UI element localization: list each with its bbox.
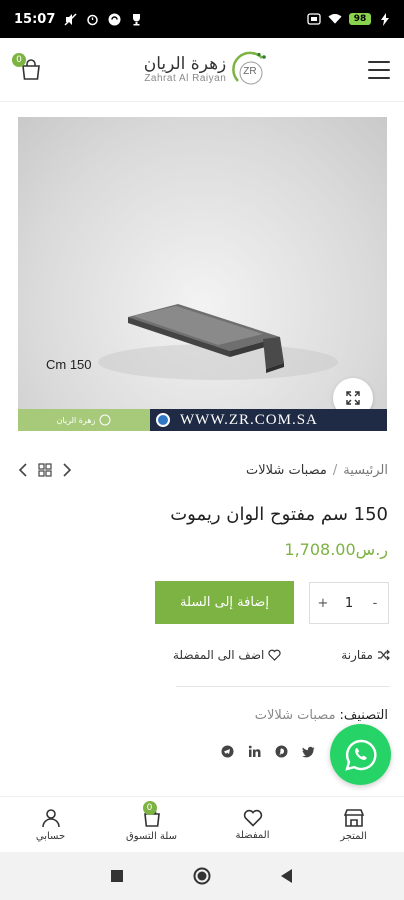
bottom-navigation: حسابي 0 سلة التسوق المفضلة المتجر (0, 796, 404, 852)
status-bar: 15:07 98 (0, 0, 404, 38)
logo-english: Zahrat Al Raiyan (144, 73, 227, 85)
status-left: 15:07 (14, 12, 143, 27)
waterfall-spout-illustration (98, 304, 338, 380)
nav-store[interactable]: المتجر (309, 797, 399, 852)
nav-favorites-label: المفضلة (235, 829, 270, 841)
site-logo[interactable]: زهرة الريان Zahrat Al Raiyan ZR (144, 51, 271, 89)
banner-url: WWW.ZR.COM.SA (180, 411, 318, 428)
app-notification-icon (107, 12, 121, 26)
menu-icon-bar (367, 68, 390, 71)
banner-logo-text: زهرة الريان (56, 415, 96, 425)
nav-account[interactable]: حسابي (6, 797, 96, 852)
product-size-label: Cm 150 (46, 357, 92, 372)
heart-icon (243, 809, 262, 827)
divider (176, 686, 390, 687)
menu-button[interactable] (367, 60, 390, 79)
wifi-icon (328, 12, 342, 26)
alarm-icon (85, 12, 99, 26)
status-time: 15:07 (14, 11, 56, 27)
quantity-minus-button[interactable]: - (362, 596, 388, 611)
product-price: ر.س1,708.00 (284, 540, 388, 559)
nav-cart-count: 0 (142, 801, 157, 815)
compare-button[interactable]: مقارنة (341, 648, 390, 662)
category-link[interactable]: مصبات شلالات (255, 708, 336, 723)
add-to-cart-button[interactable]: إضافة إلى السلة (155, 581, 294, 624)
header-cart-button[interactable]: 0 (12, 52, 46, 85)
breadcrumb-home[interactable]: الرئيسية (343, 463, 388, 478)
wishlist-label: اضف الى المفضلة (173, 648, 265, 662)
breadcrumb-category[interactable]: مصبات شلالات (246, 463, 327, 478)
banner-url-strip: WWW.ZR.COM.SA (150, 409, 387, 431)
twitter-icon[interactable] (302, 745, 315, 758)
quantity-stepper: + 1 - (309, 582, 389, 624)
store-icon (343, 808, 364, 827)
site-header: 0 زهرة الريان Zahrat Al Raiyan ZR (0, 38, 404, 102)
product-actions: مقارنة اضف الى المفضلة (173, 648, 390, 662)
logo-emblem: ZR (232, 51, 270, 89)
trophy-icon (129, 12, 143, 26)
menu-icon-bar (367, 76, 390, 79)
breadcrumb: الرئيسية / مصبات شلالات (246, 463, 388, 478)
globe-icon (156, 413, 170, 427)
grid-icon[interactable] (38, 463, 52, 477)
menu-icon-bar (367, 60, 390, 63)
pinterest-icon[interactable] (275, 745, 288, 758)
nav-favorites[interactable]: المفضلة (208, 797, 298, 852)
wishlist-button[interactable]: اضف الى المفضلة (173, 648, 282, 662)
breadcrumb-separator: / (332, 462, 338, 478)
recent-apps-icon[interactable] (111, 870, 123, 882)
user-icon (41, 808, 60, 827)
linkedin-icon[interactable] (248, 745, 261, 758)
expand-icon (346, 391, 360, 405)
logo-arabic: زهرة الريان (143, 53, 227, 74)
system-navigation-bar (0, 852, 404, 900)
compare-label: مقارنة (341, 648, 373, 662)
product-nav (18, 463, 72, 477)
image-banner: زهرة الريان WWW.ZR.COM.SA (18, 409, 387, 431)
nav-account-label: حسابي (35, 830, 66, 842)
product-category: التصنيف: مصبات شلالات (255, 708, 388, 723)
back-icon[interactable] (281, 869, 293, 883)
share-links (221, 745, 315, 758)
next-product-icon[interactable] (62, 463, 72, 477)
logo-mark-text: ZR (243, 65, 257, 77)
whatsapp-chat-button[interactable] (330, 724, 391, 785)
telegram-icon[interactable] (221, 745, 234, 758)
logo-text: زهرة الريان Zahrat Al Raiyan (143, 53, 227, 85)
shuffle-icon (378, 649, 390, 661)
nav-cart-label: سلة التسوق (126, 830, 177, 842)
previous-product-icon[interactable] (18, 463, 28, 477)
banner-logo: زهرة الريان (18, 409, 150, 431)
product-title: 150 سم مفتوح الوان ريموت (170, 504, 388, 525)
screen-record-icon (307, 12, 321, 26)
breadcrumb-row: الرئيسية / مصبات شلالات (18, 458, 388, 482)
charging-icon (378, 12, 392, 26)
quantity-input[interactable]: 1 (336, 596, 362, 611)
battery-indicator: 98 (349, 13, 371, 25)
banner-logo-emblem (99, 414, 111, 426)
mute-icon (63, 12, 77, 26)
home-icon[interactable] (193, 867, 211, 885)
heart-icon (268, 649, 282, 661)
category-label: التصنيف: (339, 708, 388, 723)
whatsapp-icon (344, 739, 376, 771)
product-image[interactable]: Cm 150 زهرة الريان WWW.ZR.COM.SA (18, 117, 387, 431)
nav-cart[interactable]: 0 سلة التسوق (107, 797, 197, 852)
status-right: 98 (307, 12, 392, 26)
nav-store-label: المتجر (340, 830, 367, 842)
battery-level: 98 (349, 13, 371, 25)
quantity-plus-button[interactable]: + (310, 596, 336, 611)
header-cart-count: 0 (12, 52, 26, 67)
